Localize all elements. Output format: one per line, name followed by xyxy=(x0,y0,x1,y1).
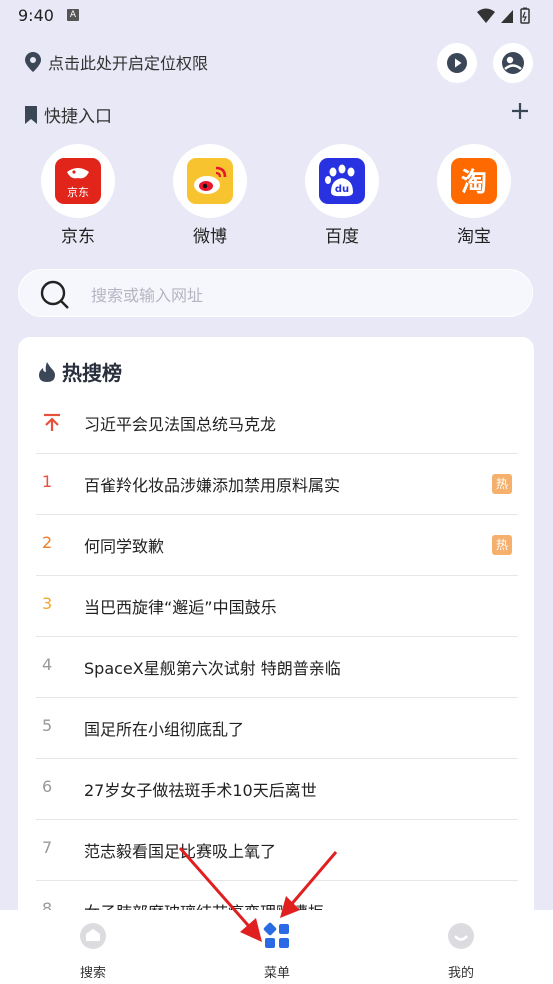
hot-item-text: 百雀羚化妆品涉嫌添加禁用原料属实 xyxy=(84,476,341,495)
status-time: 9:40 xyxy=(18,6,54,25)
quick-entry-title: 快捷入口 xyxy=(44,107,112,127)
shortcut-label: 百度 xyxy=(325,227,359,247)
location-prompt[interactable]: 点击此处开启定位权限 xyxy=(24,50,208,74)
hot-item-text: 何同学致歉 xyxy=(84,537,165,556)
hot-item-text: SpaceX星舰第六次试射 特朗普亲临 xyxy=(84,659,341,678)
hot-badge: 热 xyxy=(492,474,512,494)
svg-text:京东: 京东 xyxy=(67,185,89,199)
signal-icon xyxy=(501,10,513,23)
video-play-button[interactable] xyxy=(437,43,477,83)
home-search-icon xyxy=(80,923,106,949)
hot-badge: 热 xyxy=(492,535,512,555)
nav-mine[interactable]: 我的 xyxy=(426,922,496,981)
hot-item[interactable]: 2 何同学致歉 热 xyxy=(36,515,518,576)
hot-item-rank: 1 xyxy=(42,472,53,491)
shortcut-taobao[interactable]: 淘 淘宝 xyxy=(434,144,514,247)
hot-search-title: 热搜榜 xyxy=(62,361,122,385)
hot-item-text: 范志毅看国足比赛吸上氧了 xyxy=(84,842,277,861)
hot-item-pinned[interactable]: 习近平会见法国总统马克龙 xyxy=(36,393,518,454)
bookmark-icon xyxy=(25,105,37,124)
pinned-top-icon xyxy=(44,413,60,431)
baidu-icon: du xyxy=(319,158,365,204)
hot-search-header: 热搜榜 xyxy=(38,357,122,386)
hot-search-list: 习近平会见法国总统马克龙 1 百雀羚化妆品涉嫌添加禁用原料属实 热 2 何同学致… xyxy=(36,393,518,937)
jd-icon: 京东 xyxy=(55,158,101,204)
hot-item[interactable]: 3 当巴西旋律“邂逅”中国鼓乐 xyxy=(36,576,518,637)
plus-icon xyxy=(512,103,528,119)
bottom-nav: 搜索 菜单 我的 xyxy=(0,910,553,984)
notification-a-icon: A xyxy=(67,9,79,21)
shortcut-label: 京东 xyxy=(61,227,95,247)
taobao-icon: 淘 xyxy=(451,158,497,204)
play-icon xyxy=(447,53,467,73)
quick-entry-header: 快捷入口 xyxy=(24,102,112,127)
nav-label: 我的 xyxy=(447,966,474,981)
hot-item[interactable]: 7 范志毅看国足比赛吸上氧了 xyxy=(36,820,518,881)
hot-item-rank: 3 xyxy=(42,594,53,613)
location-text: 点击此处开启定位权限 xyxy=(48,54,209,73)
menu-grid-icon xyxy=(263,922,289,948)
nav-search[interactable]: 搜索 xyxy=(58,922,128,981)
search-input[interactable] xyxy=(89,282,493,308)
shortcut-weibo[interactable]: 微博 xyxy=(170,144,250,247)
hot-item-text: 习近平会见法国总统马克龙 xyxy=(84,415,277,434)
hot-search-card: 热搜榜 习近平会见法国总统马克龙 1 百雀羚化妆品涉嫌添加禁用原料属实 热 2 … xyxy=(18,337,534,937)
hot-item-text: 27岁女子做祛斑手术10天后离世 xyxy=(84,781,317,800)
status-bar: 9:40 A xyxy=(0,0,553,32)
battery-icon xyxy=(520,7,530,24)
avatar-icon xyxy=(502,52,524,74)
shortcut-label: 淘宝 xyxy=(457,227,491,247)
shortcut-jd[interactable]: 京东 京东 xyxy=(38,144,118,247)
hot-item[interactable]: 6 27岁女子做祛斑手术10天后离世 xyxy=(36,759,518,820)
hot-item[interactable]: 1 百雀羚化妆品涉嫌添加禁用原料属实 热 xyxy=(36,454,518,515)
hot-item-text: 国足所在小组彻底乱了 xyxy=(84,720,245,739)
location-pin-icon xyxy=(25,52,41,72)
nav-label: 菜单 xyxy=(263,966,290,981)
shortcut-label: 微博 xyxy=(193,227,227,247)
search-icon xyxy=(40,280,69,309)
search-bar[interactable] xyxy=(18,269,533,317)
add-shortcut-button[interactable] xyxy=(509,100,531,122)
profile-button[interactable] xyxy=(493,43,533,83)
hot-item-rank: 4 xyxy=(42,655,53,674)
shortcut-baidu[interactable]: du 百度 xyxy=(302,144,382,247)
svg-text:淘: 淘 xyxy=(461,168,487,198)
nav-label: 搜索 xyxy=(79,966,106,981)
nav-menu[interactable]: 菜单 xyxy=(242,922,312,981)
hot-item-rank: 6 xyxy=(42,777,53,796)
hot-item[interactable]: 4 SpaceX星舰第六次试射 特朗普亲临 xyxy=(36,637,518,698)
status-icons xyxy=(475,7,535,29)
hot-item-rank: 2 xyxy=(42,533,53,552)
svg-text:du: du xyxy=(335,184,349,195)
hot-item-text: 当巴西旋律“邂逅”中国鼓乐 xyxy=(84,598,277,617)
weibo-icon xyxy=(187,158,233,204)
hot-item[interactable]: 5 国足所在小组彻底乱了 xyxy=(36,698,518,759)
flame-icon xyxy=(39,361,55,382)
hot-item-rank: 7 xyxy=(42,838,53,857)
hot-item-rank: 5 xyxy=(42,716,53,735)
wifi-icon xyxy=(477,8,495,23)
smile-profile-icon xyxy=(448,923,474,949)
